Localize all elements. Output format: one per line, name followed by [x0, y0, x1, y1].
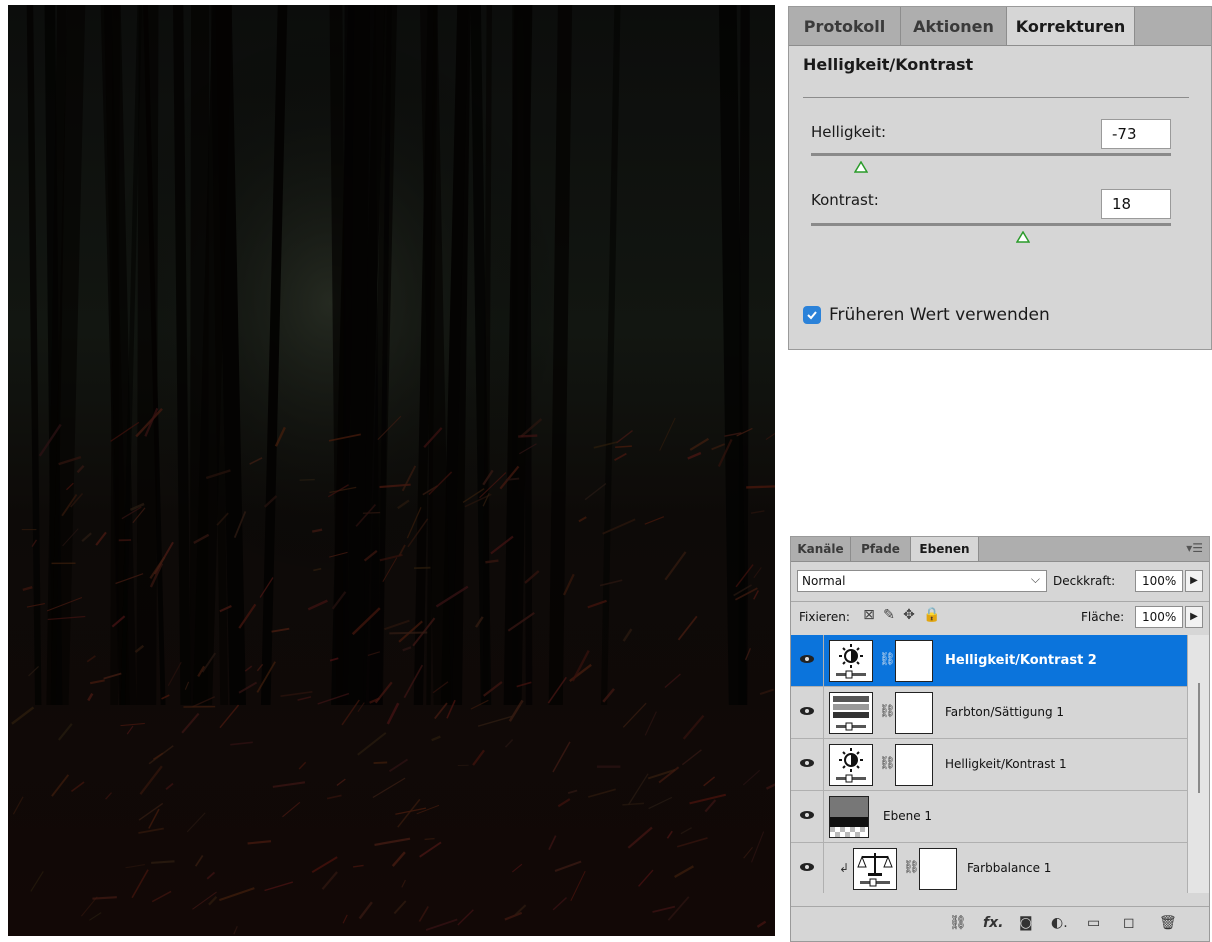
blend-mode-value: Normal [802, 574, 846, 588]
tab-ebenen[interactable]: Ebenen [911, 537, 979, 561]
image-canvas[interactable] [8, 5, 775, 936]
tab-pfade[interactable]: Pfade [851, 537, 911, 561]
layers-panel: Kanäle Pfade Ebenen ▾☰ Normal ⌵ Deckkraf… [790, 536, 1210, 942]
scrollbar-thumb[interactable] [1198, 683, 1200, 793]
brightness-slider-thumb[interactable] [854, 161, 869, 173]
layer-mask-thumbnail[interactable] [895, 692, 933, 734]
lock-move-icon[interactable]: ✥ [901, 607, 917, 623]
forest-photo [8, 5, 775, 936]
brightness-contrast-thumbnail-icon [829, 640, 873, 682]
divider [803, 97, 1189, 98]
adjustment-title: Helligkeit/Kontrast [803, 55, 974, 74]
clipping-arrow-icon: ↲ [839, 861, 850, 875]
layer-list: ⛓ Helligkeit/Kontrast 2 ⛓ Farbton/Sättig… [791, 635, 1187, 893]
hue-saturation-thumbnail-icon [829, 692, 873, 734]
eye-icon[interactable] [799, 861, 815, 873]
layer-row[interactable]: ↲ ⛓ Farbbalance 1 [791, 843, 1187, 893]
legacy-option[interactable]: Früheren Wert verwenden [803, 305, 1050, 325]
layers-scrollbar[interactable] [1187, 635, 1209, 893]
chevron-down-icon: ⌵ [1030, 572, 1040, 586]
eye-icon[interactable] [799, 653, 815, 665]
visibility-toggle[interactable] [791, 687, 824, 738]
trash-icon[interactable]: 🗑 [1159, 915, 1177, 931]
eye-icon[interactable] [799, 809, 815, 821]
fill-input[interactable]: 100% [1135, 606, 1183, 628]
blend-mode-select[interactable]: Normal ⌵ [797, 570, 1047, 592]
visibility-toggle[interactable] [791, 843, 824, 893]
lock-transparency-icon[interactable]: ⊠ [861, 607, 877, 623]
layer-name[interactable]: Helligkeit/Kontrast 1 [945, 757, 1067, 771]
tab-kanaele[interactable]: Kanäle [791, 537, 851, 561]
layer-row[interactable]: ⛓ Farbton/Sättigung 1 [791, 687, 1187, 739]
legacy-checkbox-label: Früheren Wert verwenden [829, 305, 1050, 325]
layers-footer: ⛓ fx. ◙ ◐. ▭ ◻ 🗑 [791, 906, 1209, 941]
chain-link-icon[interactable]: ⛓ [879, 704, 896, 719]
layer-name[interactable]: Farbton/Sättigung 1 [945, 705, 1064, 719]
visibility-toggle[interactable] [791, 791, 824, 842]
lock-label: Fixieren: [799, 610, 850, 624]
chain-link-icon[interactable]: ⛓ [879, 652, 896, 667]
tab-korrekturen[interactable]: Korrekturen [1007, 7, 1135, 45]
fx-icon[interactable]: fx. [983, 915, 1003, 931]
layer-mask-thumbnail[interactable] [919, 848, 957, 890]
pixel-layer-thumbnail [829, 796, 869, 838]
opacity-arrow-button[interactable]: ▶ [1185, 570, 1203, 592]
new-layer-icon[interactable]: ◻ [1123, 915, 1135, 931]
contrast-slider-track[interactable] [811, 223, 1171, 226]
fill-arrow-button[interactable]: ▶ [1185, 606, 1203, 628]
adjustments-tabbar: Protokoll Aktionen Korrekturen [789, 7, 1211, 46]
layer-name[interactable]: Ebene 1 [883, 809, 932, 823]
brightness-contrast-thumbnail-icon [829, 744, 873, 786]
chain-link-icon[interactable]: ⛓ [879, 756, 896, 771]
brightness-input[interactable]: -73 [1101, 119, 1171, 149]
adjustment-layer-icon[interactable]: ◐. [1051, 915, 1068, 931]
visibility-toggle[interactable] [791, 739, 824, 790]
brightness-label: Helligkeit: [811, 123, 887, 141]
chain-link-icon[interactable]: ⛓ [903, 860, 920, 875]
tab-aktionen[interactable]: Aktionen [901, 7, 1007, 45]
lock-brush-icon[interactable]: ✎ [881, 607, 897, 623]
tab-protokoll[interactable]: Protokoll [789, 7, 901, 45]
fill-label: Fläche: [1081, 610, 1125, 624]
brightness-slider-track[interactable] [811, 153, 1171, 156]
layer-mask-thumbnail[interactable] [895, 744, 933, 786]
layer-row[interactable]: ⛓ Helligkeit/Kontrast 2 [791, 635, 1187, 687]
eye-icon[interactable] [799, 757, 815, 769]
color-balance-thumbnail-icon [853, 848, 897, 890]
contrast-label: Kontrast: [811, 191, 879, 209]
layer-name[interactable]: Farbbalance 1 [967, 861, 1051, 875]
layer-row[interactable]: Ebene 1 [791, 791, 1187, 843]
add-mask-icon[interactable]: ◙ [1019, 915, 1033, 931]
layer-name[interactable]: Helligkeit/Kontrast 2 [945, 653, 1097, 668]
lock-all-icon[interactable]: 🔒 [923, 607, 940, 623]
layer-mask-thumbnail[interactable] [895, 640, 933, 682]
visibility-toggle[interactable] [791, 635, 824, 686]
checkmark-icon [807, 311, 817, 320]
new-group-icon[interactable]: ▭ [1087, 915, 1100, 931]
eye-icon[interactable] [799, 705, 815, 717]
opacity-label: Deckkraft: [1053, 574, 1116, 588]
opacity-input[interactable]: 100% [1135, 570, 1183, 592]
layers-tabbar: Kanäle Pfade Ebenen ▾☰ [791, 537, 1209, 562]
link-layers-icon[interactable]: ⛓ [949, 915, 967, 931]
contrast-slider-thumb[interactable] [1016, 231, 1031, 243]
layer-row[interactable]: ⛓ Helligkeit/Kontrast 1 [791, 739, 1187, 791]
panel-menu-icon[interactable]: ▾☰ [1186, 541, 1203, 555]
legacy-checkbox[interactable] [803, 306, 821, 324]
adjustments-panel: Protokoll Aktionen Korrekturen Helligkei… [788, 6, 1212, 350]
contrast-input[interactable]: 18 [1101, 189, 1171, 219]
divider [791, 601, 1209, 602]
